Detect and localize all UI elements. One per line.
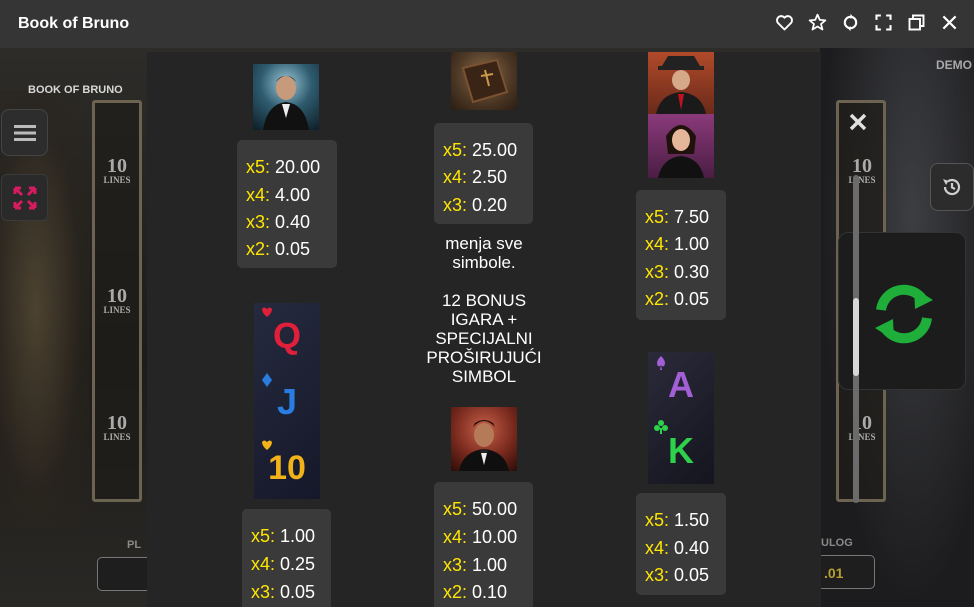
bruno-paytable-box: x5: 50.00 x4: 10.00 x3: 1.00 x2: 0.10 (434, 482, 533, 607)
bruno-symbol (451, 407, 517, 471)
detective-symbol (253, 64, 319, 130)
restore-window-icon[interactable] (906, 12, 927, 33)
title-bar: Book of Bruno (0, 0, 974, 48)
menu-button[interactable] (1, 109, 48, 156)
payout-row: x3: 0.30 (645, 262, 710, 282)
rate-star-icon[interactable] (807, 12, 828, 33)
history-button[interactable] (930, 163, 974, 211)
gangster-symbol (648, 52, 714, 114)
spin-button[interactable] (868, 278, 940, 350)
card-j-label: J (276, 381, 298, 422)
payout-row: x3: 0.20 (443, 195, 508, 215)
card-a-label: A (668, 364, 694, 405)
fullscreen-icon[interactable] (873, 12, 894, 33)
refresh-spin-icon (875, 284, 933, 344)
history-icon (943, 178, 961, 196)
favorite-heart-icon[interactable] (774, 12, 795, 33)
reload-icon[interactable] (840, 12, 861, 33)
payout-row: x4: 0.25 (251, 554, 316, 574)
payout-row: x5: 50.00 (443, 499, 518, 519)
payout-row: x2: 0.05 (645, 289, 710, 309)
payout-row: x3: 0.40 (246, 212, 311, 232)
paytable-panel: x5: 20.00 x4: 4.00 x3: 0.40 x2: 0.05 x5:… (147, 52, 821, 607)
expand-arrows-icon (13, 186, 36, 209)
game-window: Book of Bruno BOOK OF BRUNO DEMO 10 LINE… (0, 0, 974, 607)
payout-row: x4: 2.50 (443, 167, 508, 187)
book-paytable-box: x5: 25.00 x4: 2.50 x3: 0.20 (434, 123, 533, 224)
card-k-label: K (668, 430, 694, 471)
expand-button[interactable] (1, 174, 48, 221)
payout-row: x5: 25.00 (443, 140, 518, 160)
payout-row: x5: 1.00 (251, 526, 316, 546)
payout-row: x4: 10.00 (443, 527, 518, 547)
lines-indicator-left-2: 10 LINES (103, 285, 131, 315)
stake-label: ULOG (821, 537, 853, 549)
demo-label: DEMO (936, 58, 972, 72)
lines-indicator-right-3: 10 LINES (848, 412, 876, 442)
payout-row: x5: 7.50 (645, 207, 710, 227)
lines-indicator-right-1: 10 LINES (848, 155, 876, 185)
card-10-label: 10 (268, 449, 306, 487)
payout-row: x4: 0.40 (645, 538, 710, 558)
ak-paytable-box: x5: 1.50 x4: 0.40 x3: 0.05 (636, 493, 726, 595)
stake-field[interactable]: .01 (815, 555, 875, 589)
paytable-scroll-thumb[interactable] (853, 298, 859, 376)
window-title: Book of Bruno (18, 15, 130, 32)
payout-row: x2: 0.10 (443, 582, 508, 602)
hamburger-menu-icon (13, 124, 36, 141)
detective-paytable-box: x5: 20.00 x4: 4.00 x3: 0.40 x2: 0.05 (237, 140, 337, 268)
payout-row: x2: 0.05 (246, 239, 311, 259)
payout-row: x5: 1.50 (645, 510, 710, 530)
payout-row: x5: 20.00 (246, 157, 321, 177)
payout-row: x3: 0.05 (645, 565, 710, 585)
payout-row: x3: 1.00 (443, 555, 508, 575)
bet-label: PL (127, 539, 142, 551)
book-description: menja sve simbole. 12 BONUS IGARA + SPEC… (426, 234, 542, 386)
payout-row: x4: 1.00 (645, 234, 710, 254)
card-q-label: Q (272, 315, 301, 356)
book-symbol (451, 52, 517, 110)
game-logo: BOOK OF BRUNO (28, 84, 123, 96)
payout-row: x3: 0.05 (251, 582, 316, 602)
qj10-paytable-box: x5: 1.00 x4: 0.25 x3: 0.05 (242, 509, 331, 607)
close-window-icon[interactable] (939, 12, 960, 33)
background-left-glow (0, 90, 90, 530)
gangster-paytable-box: x5: 7.50 x4: 1.00 x3: 0.30 x2: 0.05 (636, 190, 726, 320)
title-bar-controls (774, 12, 960, 33)
lines-indicator-left-3: 10 LINES (103, 412, 131, 442)
payout-row: x4: 4.00 (246, 185, 311, 205)
lines-indicator-left-1: 10 LINES (103, 155, 131, 185)
close-paytable-icon[interactable] (848, 112, 868, 132)
lady-symbol (648, 114, 714, 178)
